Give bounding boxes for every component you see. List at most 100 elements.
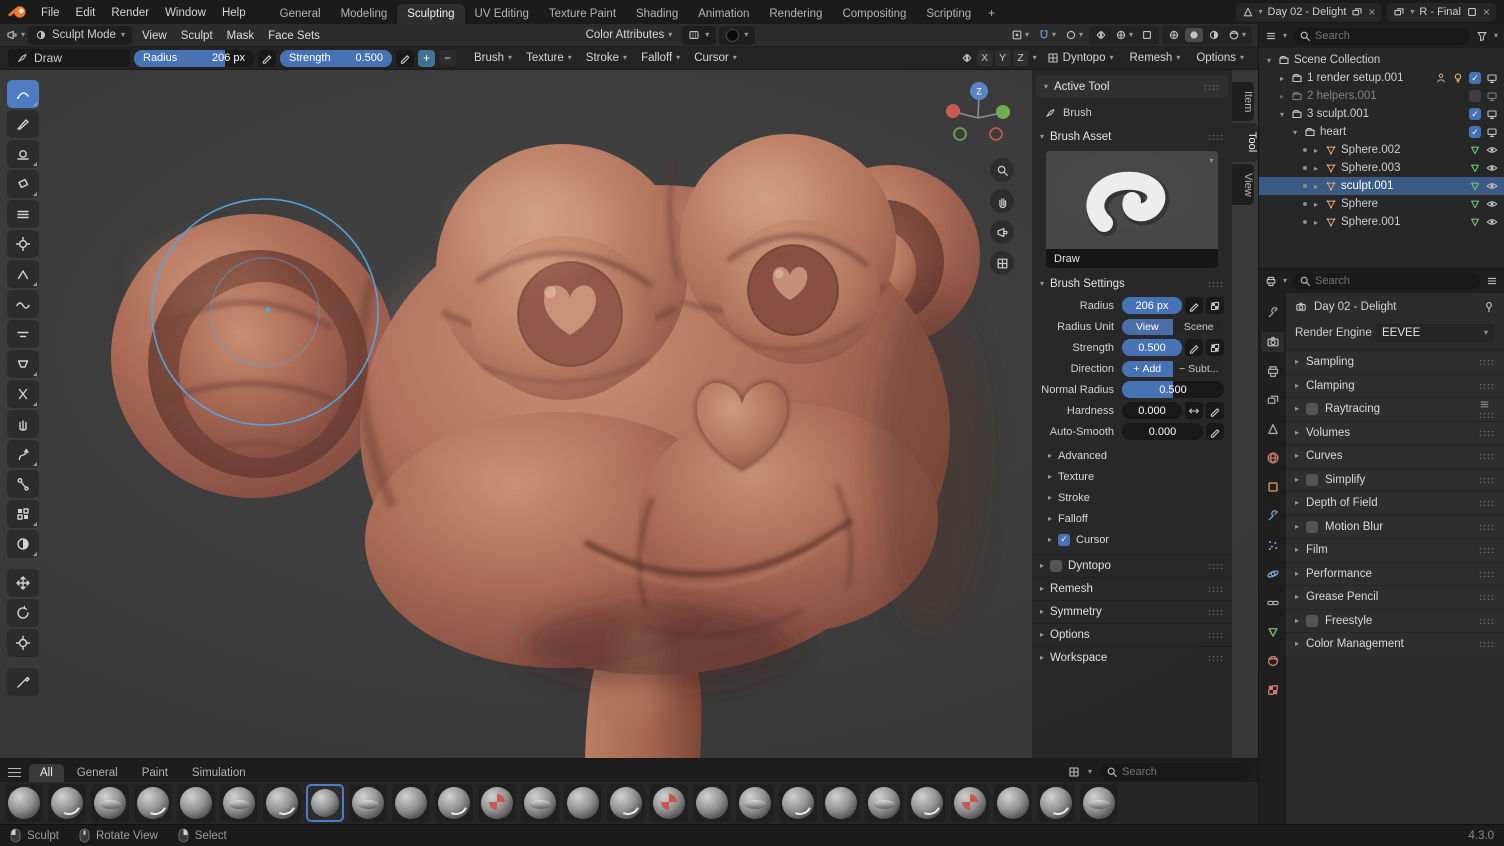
remove-view-layer-button[interactable]: × xyxy=(1483,5,1490,19)
section-clamping[interactable]: ▸Clamping :::: xyxy=(1286,374,1504,398)
outliner-row-sphere[interactable]: ▸Sphere xyxy=(1259,195,1504,213)
direction-subtract-button[interactable]: −Subt... xyxy=(1174,361,1225,377)
tool-annotate[interactable] xyxy=(7,668,39,696)
outliner-row-1-render-setup-001[interactable]: ▸1 render setup.001✓ xyxy=(1259,69,1504,87)
props-tab-view-layer[interactable] xyxy=(1261,390,1284,410)
freestyle-checkbox[interactable] xyxy=(1306,615,1318,627)
section-film[interactable]: ▸Film :::: xyxy=(1286,538,1504,562)
subsection-advanced[interactable]: ▸Advanced xyxy=(1032,445,1232,466)
radius-slider[interactable]: Radius206 px xyxy=(134,50,254,67)
brush-asset-thumbnail[interactable] xyxy=(306,784,344,822)
brush-asset-thumbnail[interactable] xyxy=(177,784,215,822)
workspace-tab-scripting[interactable]: Scripting xyxy=(916,4,981,24)
section-depth-of-field[interactable]: ▸Depth of Field :::: xyxy=(1286,491,1504,515)
brush-asset-thumbnail[interactable] xyxy=(736,784,774,822)
add-workspace-button[interactable]: + xyxy=(981,2,1002,24)
proportional-editing-button[interactable]: ▾ xyxy=(1062,28,1086,42)
brush-asset-thumbnail[interactable] xyxy=(5,784,43,822)
new-view-layer-icon[interactable] xyxy=(1466,6,1478,18)
outliner-row-2-helpers-001[interactable]: ▸2 helpers.001 xyxy=(1259,87,1504,105)
blender-logo-icon[interactable] xyxy=(8,5,27,19)
panel-dyntopo[interactable]: ▸Dyntopo:::: xyxy=(1032,554,1232,577)
brush-asset-thumbnail[interactable] xyxy=(564,784,602,822)
outliner-editor-icon[interactable] xyxy=(1265,30,1277,42)
strength-unified-icon[interactable] xyxy=(1206,339,1224,356)
popover-falloff[interactable]: Falloff ▾ xyxy=(635,50,686,66)
brush-asset-thumbnail[interactable] xyxy=(134,784,172,822)
navigation-gizmo[interactable]: Z xyxy=(938,76,1018,156)
props-tab-scene[interactable] xyxy=(1261,419,1284,439)
section-simplify[interactable]: ▸Simplify :::: xyxy=(1286,468,1504,492)
view-layer-selector[interactable]: ▾ R - Final × xyxy=(1387,3,1496,22)
viewport-menu-view[interactable]: View xyxy=(135,28,174,44)
outliner-row-sphere-001[interactable]: ▸Sphere.001 xyxy=(1259,213,1504,231)
section-performance[interactable]: ▸Performance :::: xyxy=(1286,562,1504,586)
collection-checkbox[interactable]: ✓ xyxy=(1469,126,1481,138)
popover-brush[interactable]: Brush ▾ xyxy=(468,50,518,66)
direction-subtract-button[interactable]: − xyxy=(439,50,456,67)
workspace-tab-sculpting[interactable]: Sculpting xyxy=(397,4,464,24)
brush-asset-thumbnail[interactable] xyxy=(220,784,258,822)
brush-asset-header[interactable]: ▾Brush Asset:::: xyxy=(1032,125,1232,148)
outliner-row-scene-collection[interactable]: ▾Scene Collection xyxy=(1259,51,1504,69)
tool-crease[interactable] xyxy=(7,260,39,288)
hide-eye-icon[interactable] xyxy=(1486,216,1498,228)
brush-asset-thumbnail[interactable] xyxy=(1037,784,1075,822)
menu-edit[interactable]: Edit xyxy=(68,4,104,22)
disable-in-renders-icon[interactable] xyxy=(1486,72,1498,84)
auto-smooth-pressure-icon[interactable] xyxy=(1206,423,1224,440)
popover-stroke[interactable]: Stroke ▾ xyxy=(580,50,633,66)
dyntopo-checkbox[interactable] xyxy=(1050,560,1062,572)
brush-asset-thumbnail[interactable] xyxy=(48,784,86,822)
shading-material-button[interactable] xyxy=(1205,28,1223,42)
tool-draw-sharp[interactable] xyxy=(7,110,39,138)
motion-blur-checkbox[interactable] xyxy=(1306,521,1318,533)
shelf-tab-paint[interactable]: Paint xyxy=(131,764,179,782)
shelf-menu-icon[interactable] xyxy=(8,768,21,777)
brush-asset-thumbnail[interactable] xyxy=(349,784,387,822)
brush-asset-thumbnail[interactable] xyxy=(521,784,559,822)
shelf-search-input[interactable] xyxy=(1100,763,1250,780)
props-tab-render[interactable] xyxy=(1261,332,1284,352)
hardness-invert-icon[interactable] xyxy=(1185,402,1203,419)
mirror-y-toggle[interactable]: Y xyxy=(995,50,1011,66)
disable-in-renders-icon[interactable] xyxy=(1486,108,1498,120)
editor-type-button[interactable] xyxy=(6,29,18,41)
workspace-tab-uv-editing[interactable]: UV Editing xyxy=(465,4,539,24)
brush-asset-thumbnail[interactable] xyxy=(607,784,645,822)
section-grease-pencil[interactable]: ▸Grease Pencil :::: xyxy=(1286,585,1504,609)
active-tool-panel-header[interactable]: ▾Active Tool:::: xyxy=(1036,75,1228,98)
tool-move[interactable] xyxy=(7,569,39,597)
radius-unified-icon[interactable] xyxy=(1206,297,1224,314)
props-tab-physics[interactable] xyxy=(1261,564,1284,584)
zoom-button[interactable] xyxy=(990,158,1014,182)
panel-options[interactable]: ▸Options:::: xyxy=(1032,623,1232,646)
menu-window[interactable]: Window xyxy=(157,4,214,22)
props-tab-data[interactable] xyxy=(1261,622,1284,642)
props-tab-material[interactable] xyxy=(1261,651,1284,671)
brush-settings-header[interactable]: ▾Brush Settings:::: xyxy=(1032,272,1232,295)
radius-pressure-icon[interactable] xyxy=(258,50,276,67)
viewport-menu-mask[interactable]: Mask xyxy=(220,28,261,44)
props-tab-modifiers[interactable] xyxy=(1261,506,1284,526)
subsection-texture[interactable]: ▸Texture xyxy=(1032,466,1232,487)
brush-asset-thumbnail[interactable] xyxy=(994,784,1032,822)
sidebar-tab-item[interactable]: Item xyxy=(1232,82,1254,121)
mode-dropdown[interactable]: Sculpt Mode ▾ xyxy=(28,26,132,45)
brush-asset-thumbnail[interactable] xyxy=(1080,784,1118,822)
shelf-display-icon[interactable] xyxy=(1068,766,1080,778)
radius-pressure-icon[interactable] xyxy=(1185,297,1203,314)
disable-in-renders-icon[interactable] xyxy=(1486,90,1498,102)
normal-radius-field[interactable]: 0.500 xyxy=(1122,381,1224,398)
pivot-point-button[interactable]: ▾ xyxy=(1008,28,1032,42)
disable-in-renders-icon[interactable] xyxy=(1486,126,1498,138)
collection-checkbox[interactable]: ✓ xyxy=(1469,72,1481,84)
xray-toggle[interactable] xyxy=(1138,28,1156,42)
hide-eye-icon[interactable] xyxy=(1486,180,1498,192)
brush-asset-thumbnail[interactable] xyxy=(478,784,516,822)
menu-render[interactable]: Render xyxy=(103,4,157,22)
strength-pressure-icon[interactable] xyxy=(396,50,414,67)
pin-icon[interactable] xyxy=(1483,301,1495,313)
radius-unit-scene-button[interactable]: Scene xyxy=(1174,319,1225,335)
brush-asset-thumbnail[interactable] xyxy=(822,784,860,822)
